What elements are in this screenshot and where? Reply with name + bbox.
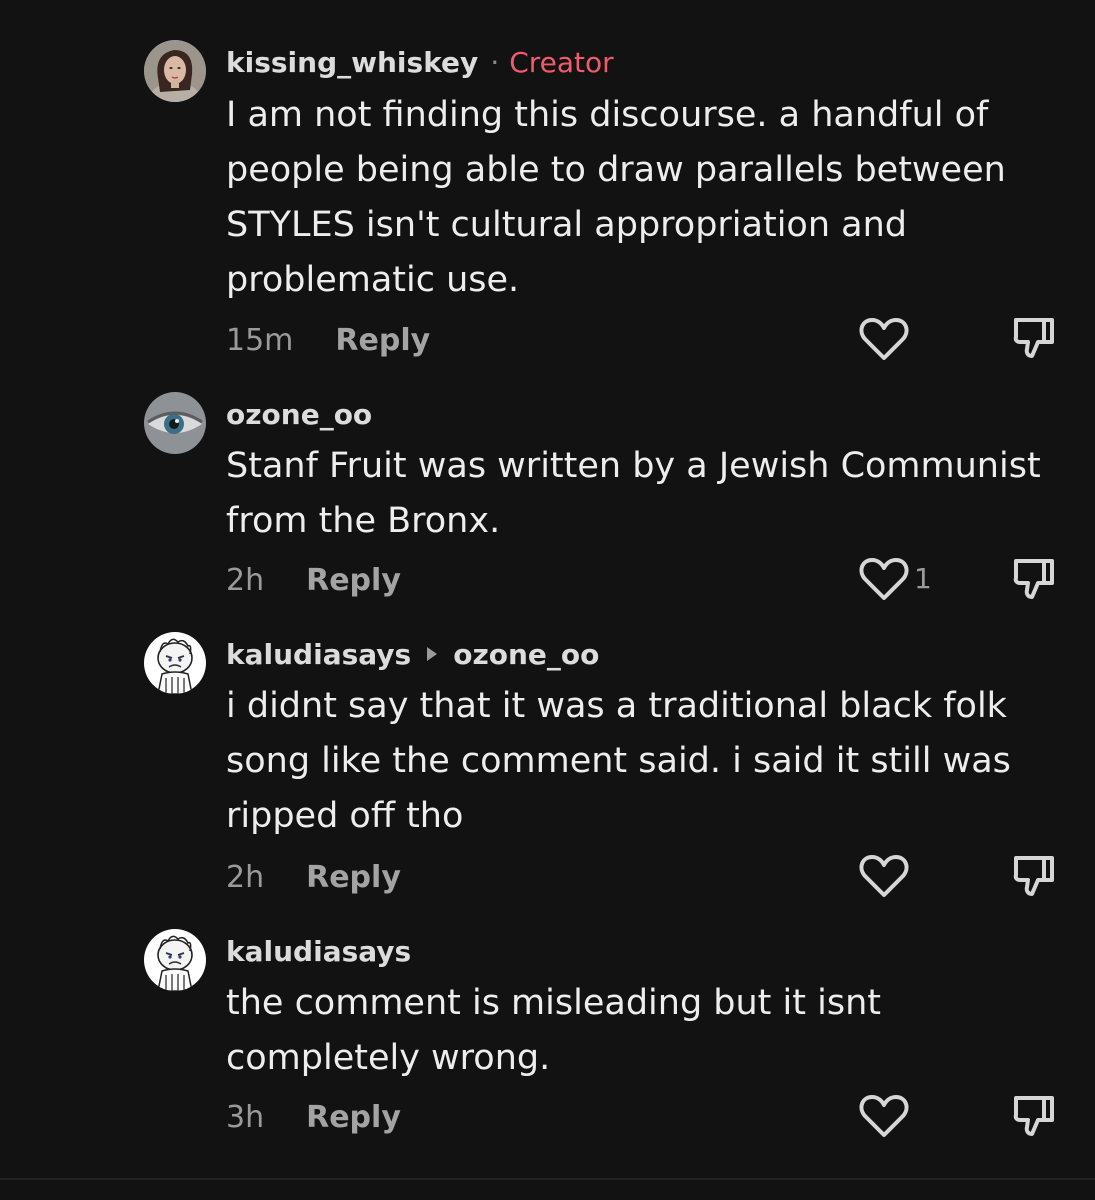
comment-text: i didnt say that it was a traditional bl…: [226, 679, 1066, 844]
reply-to-username[interactable]: ozone_oo: [453, 638, 599, 671]
bottom-divider: [0, 1178, 1095, 1180]
comment-header: ozone_oo: [226, 394, 372, 434]
thumbs-down-outline-icon: [1013, 318, 1054, 358]
dislike-button[interactable]: [1010, 555, 1058, 603]
comment-text-line: song like the comment said. i said it st…: [226, 741, 1011, 781]
creator-badge: Creator: [509, 45, 614, 79]
comment-header: kaludiasays: [226, 931, 411, 971]
comment-header: kaludiasays ozone_oo: [226, 634, 599, 674]
comment-meta: 15m Reply: [226, 320, 430, 360]
comment-text-line: completely wrong.: [226, 1038, 551, 1078]
woman-photo-avatar: [144, 40, 206, 102]
comment-meta: 3h Reply: [226, 1097, 401, 1137]
heart-outline-icon: [859, 855, 909, 897]
comment-text-line: Stanf Fruit was written by a Jewish Comm…: [226, 446, 1041, 486]
comment-text: I am not finding this discourse. a handf…: [226, 88, 1066, 308]
timestamp: 3h: [226, 1099, 265, 1135]
username[interactable]: kissing_whiskey: [226, 46, 478, 79]
timestamp: 2h: [226, 562, 265, 598]
comment-text-line: the comment is misleading but it isnt: [226, 983, 881, 1023]
heart-outline-icon: [859, 318, 909, 360]
reply-arrow-icon: [427, 647, 438, 661]
comment-text: Stanf Fruit was written by a Jewish Comm…: [226, 439, 1066, 549]
thumbs-down-outline-icon: [1013, 1096, 1054, 1136]
comment-text-line: from the Bronx.: [226, 501, 501, 541]
cartoon-character-avatar: [144, 632, 206, 694]
comment-text-line: people being able to draw parallels betw…: [226, 150, 1006, 190]
comment-header: kissing_whiskey · Creator: [226, 42, 614, 82]
comment-text-line: STYLES isn't cultural appropriation and: [226, 205, 907, 245]
thumbs-down-outline-icon: [1013, 559, 1054, 599]
comment-meta: 2h Reply: [226, 560, 401, 600]
like-button[interactable]: [858, 853, 910, 899]
comment-text: the comment is misleading but it isnt co…: [226, 976, 1066, 1086]
username[interactable]: kaludiasays: [226, 638, 411, 671]
comment-meta: 2h Reply: [226, 857, 401, 897]
dislike-button[interactable]: [1010, 852, 1058, 900]
like-button[interactable]: [858, 556, 910, 602]
avatar[interactable]: [144, 632, 206, 694]
reply-button[interactable]: Reply: [306, 1100, 401, 1135]
thumbs-down-outline-icon: [1013, 856, 1054, 896]
avatar[interactable]: [144, 40, 206, 102]
reply-button[interactable]: Reply: [335, 323, 430, 358]
comment-text-line: problematic use.: [226, 260, 520, 300]
comment-text-line: ripped off tho: [226, 796, 464, 836]
like-button[interactable]: [858, 1093, 910, 1139]
username[interactable]: kaludiasays: [226, 935, 411, 968]
heart-outline-icon: [859, 1095, 909, 1137]
heart-outline-icon: [859, 558, 909, 600]
dislike-button[interactable]: [1010, 1092, 1058, 1140]
comment-text-line: i didnt say that it was a traditional bl…: [226, 686, 1007, 726]
eye-photo-avatar: [144, 392, 206, 454]
avatar[interactable]: [144, 392, 206, 454]
username[interactable]: ozone_oo: [226, 398, 372, 431]
dislike-button[interactable]: [1010, 314, 1058, 362]
separator-dot: ·: [490, 45, 500, 79]
like-button[interactable]: [858, 316, 910, 362]
reply-button[interactable]: Reply: [306, 860, 401, 895]
comment-text-line: I am not finding this discourse. a handf…: [226, 95, 989, 135]
cartoon-character-avatar: [144, 929, 206, 991]
timestamp: 2h: [226, 859, 265, 895]
reply-button[interactable]: Reply: [306, 563, 401, 598]
like-count: 1: [914, 562, 932, 595]
avatar[interactable]: [144, 929, 206, 991]
timestamp: 15m: [226, 322, 294, 358]
